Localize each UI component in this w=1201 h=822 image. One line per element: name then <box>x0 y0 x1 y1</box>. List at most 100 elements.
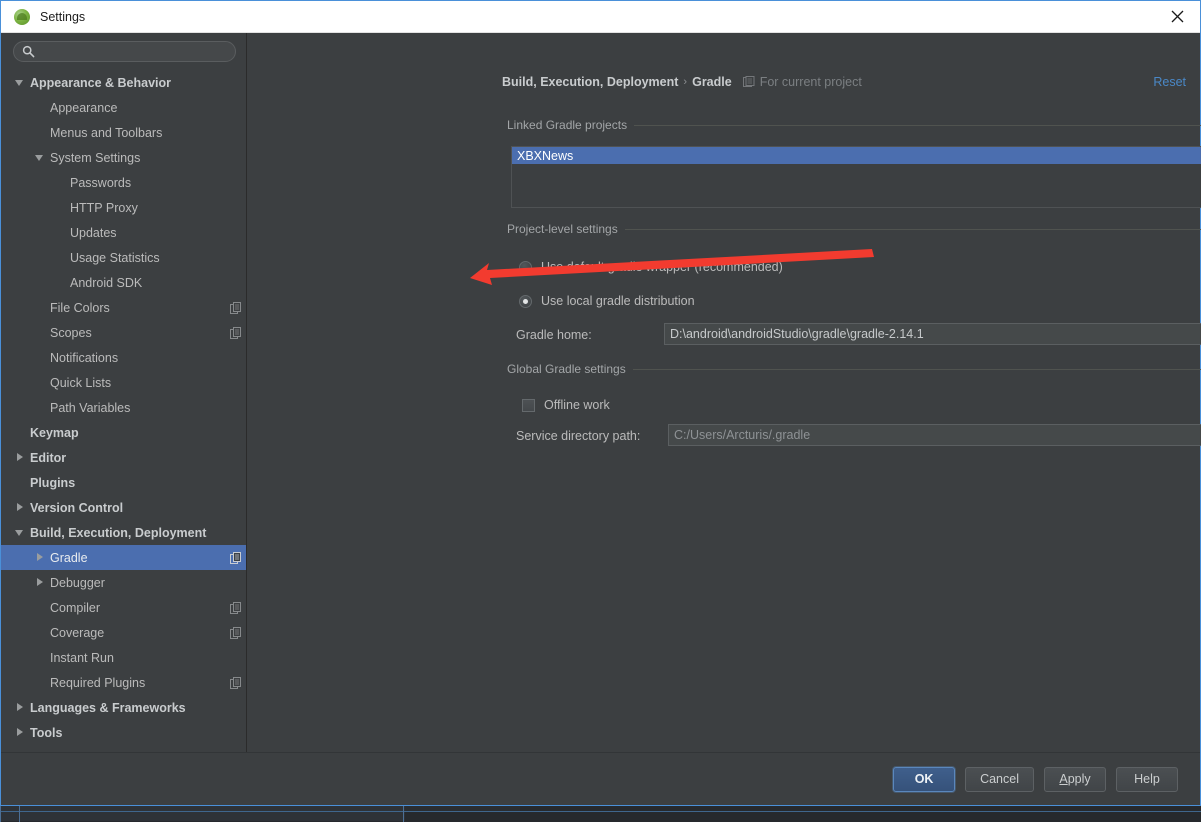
chevron-right-icon[interactable] <box>15 727 26 738</box>
sidebar-item-http-proxy[interactable]: HTTP Proxy <box>1 195 246 220</box>
chevron-down-icon[interactable] <box>15 77 26 88</box>
background-hline <box>0 811 1201 812</box>
copy-settings-icon[interactable] <box>230 626 242 639</box>
sidebar-item-appearance-behavior[interactable]: Appearance & Behavior <box>1 70 246 95</box>
ok-button[interactable]: OK <box>893 766 956 792</box>
sidebar-item-label: Notifications <box>50 350 119 365</box>
sidebar-item-required-plugins[interactable]: Required Plugins <box>1 670 246 695</box>
global-settings-section-title: Global Gradle settings <box>507 362 1201 376</box>
sidebar-item-label: Build, Execution, Deployment <box>30 525 207 540</box>
sidebar-item-debugger[interactable]: Debugger <box>1 570 246 595</box>
sidebar-item-system-settings[interactable]: System Settings <box>1 145 246 170</box>
sidebar-item-file-colors[interactable]: File Colors <box>1 295 246 320</box>
sidebar-item-coverage[interactable]: Coverage <box>1 620 246 645</box>
sidebar-item-menus-and-toolbars[interactable]: Menus and Toolbars <box>1 120 246 145</box>
window-title: Settings <box>40 9 86 24</box>
copy-settings-icon[interactable] <box>230 301 242 314</box>
project-level-section-title: Project-level settings <box>507 222 1201 236</box>
linked-projects-section-title: Linked Gradle projects <box>507 118 1201 132</box>
sidebar-item-languages-frameworks[interactable]: Languages & Frameworks <box>1 695 246 720</box>
sidebar-item-android-sdk[interactable]: Android SDK <box>1 270 246 295</box>
sidebar-item-passwords[interactable]: Passwords <box>1 170 246 195</box>
sidebar-item-build-execution-deployment[interactable]: Build, Execution, Deployment <box>1 520 246 545</box>
gradle-home-label: Gradle home: <box>516 328 592 342</box>
reset-link[interactable]: Reset <box>1153 75 1186 89</box>
project-level-title: Project-level settings <box>507 222 618 236</box>
sidebar-item-instant-run[interactable]: Instant Run <box>1 645 246 670</box>
apply-button[interactable]: Apply <box>1044 766 1106 792</box>
search-icon <box>22 45 35 58</box>
sidebar-item-usage-statistics[interactable]: Usage Statistics <box>1 245 246 270</box>
radio-use-local-distribution[interactable]: Use local gradle distribution <box>519 294 695 308</box>
sidebar-item-label: Languages & Frameworks <box>30 700 186 715</box>
apply-mnemonic: A <box>1059 772 1068 786</box>
radio-icon-checked[interactable] <box>519 294 532 308</box>
chevron-down-icon[interactable] <box>35 152 46 163</box>
chevron-right-icon[interactable] <box>15 452 26 463</box>
sidebar-item-path-variables[interactable]: Path Variables <box>1 395 246 420</box>
sidebar-item-compiler[interactable]: Compiler <box>1 595 246 620</box>
sidebar-item-appearance[interactable]: Appearance <box>1 95 246 120</box>
settings-sidebar: Appearance & Behavior Appearance Menus and… <box>1 33 247 752</box>
sidebar-item-editor[interactable]: Editor <box>1 445 246 470</box>
checkbox-offline-work[interactable]: Offline work <box>522 398 610 412</box>
chevron-right-icon[interactable] <box>15 502 26 513</box>
sidebar-item-label: Appearance <box>50 100 118 115</box>
cancel-button[interactable]: Cancel <box>965 766 1034 792</box>
radio-label: Use local gradle distribution <box>541 294 695 308</box>
gradle-home-field[interactable] <box>664 323 1201 345</box>
settings-tree: Appearance & Behavior Appearance Menus and… <box>1 68 246 752</box>
dialog-body: Appearance & Behavior Appearance Menus and… <box>1 33 1201 752</box>
global-settings-title: Global Gradle settings <box>507 362 626 376</box>
linked-projects-list[interactable]: XBXNews <box>511 146 1201 208</box>
sidebar-item-label: Plugins <box>30 475 76 490</box>
sidebar-item-updates[interactable]: Updates <box>1 220 246 245</box>
sidebar-item-label: Tools <box>30 725 63 740</box>
copy-settings-icon[interactable] <box>230 551 242 564</box>
copy-settings-icon[interactable] <box>230 601 242 614</box>
service-directory-input[interactable] <box>674 428 1201 442</box>
sidebar-item-plugins[interactable]: Plugins <box>1 470 246 495</box>
copy-settings-icon[interactable] <box>230 326 242 339</box>
sidebar-item-quick-lists[interactable]: Quick Lists <box>1 370 246 395</box>
sidebar-item-label: Coverage <box>50 625 105 640</box>
search-box[interactable] <box>13 41 236 62</box>
sidebar-item-version-control[interactable]: Version Control <box>1 495 246 520</box>
checkbox-icon-unchecked[interactable] <box>522 398 535 412</box>
section-rule <box>632 368 1201 370</box>
sidebar-item-label: Path Variables <box>50 400 131 415</box>
sidebar-item-scopes[interactable]: Scopes <box>1 320 246 345</box>
sidebar-item-gradle[interactable]: Gradle <box>1 545 246 570</box>
chevron-right-icon[interactable] <box>15 702 26 713</box>
dialog-footer: OK Cancel Apply Help <box>1 752 1200 805</box>
gradle-home-input[interactable] <box>670 327 1201 341</box>
close-icon[interactable] <box>1154 1 1200 31</box>
breadcrumb: Build, Execution, Deployment › Gradle Fo… <box>502 75 862 89</box>
list-item[interactable]: XBXNews <box>512 147 1201 164</box>
sidebar-item-keymap[interactable]: Keymap <box>1 420 246 445</box>
service-directory-field[interactable] <box>668 424 1201 446</box>
chevron-right-icon[interactable] <box>35 577 46 588</box>
search-input[interactable] <box>40 44 227 59</box>
sidebar-item-notifications[interactable]: Notifications <box>1 345 246 370</box>
sidebar-item-tools[interactable]: Tools <box>1 720 246 745</box>
chevron-right-icon[interactable] <box>35 552 46 563</box>
sidebar-item-label: Quick Lists <box>50 375 112 390</box>
copy-settings-icon[interactable] <box>230 676 242 689</box>
help-button[interactable]: Help <box>1116 766 1178 792</box>
apply-rest: pply <box>1067 772 1091 786</box>
settings-main-panel: Build, Execution, Deployment › Gradle Fo… <box>247 33 1201 752</box>
chevron-down-icon[interactable] <box>15 527 26 538</box>
radio-icon-unchecked[interactable] <box>519 260 532 274</box>
sidebar-item-label: Instant Run <box>50 650 114 665</box>
android-studio-icon <box>14 8 30 25</box>
radio-use-default-wrapper[interactable]: Use default gradle wrapper (recommended) <box>519 260 783 274</box>
section-rule <box>634 124 1201 126</box>
sidebar-item-label: Updates <box>70 225 117 240</box>
